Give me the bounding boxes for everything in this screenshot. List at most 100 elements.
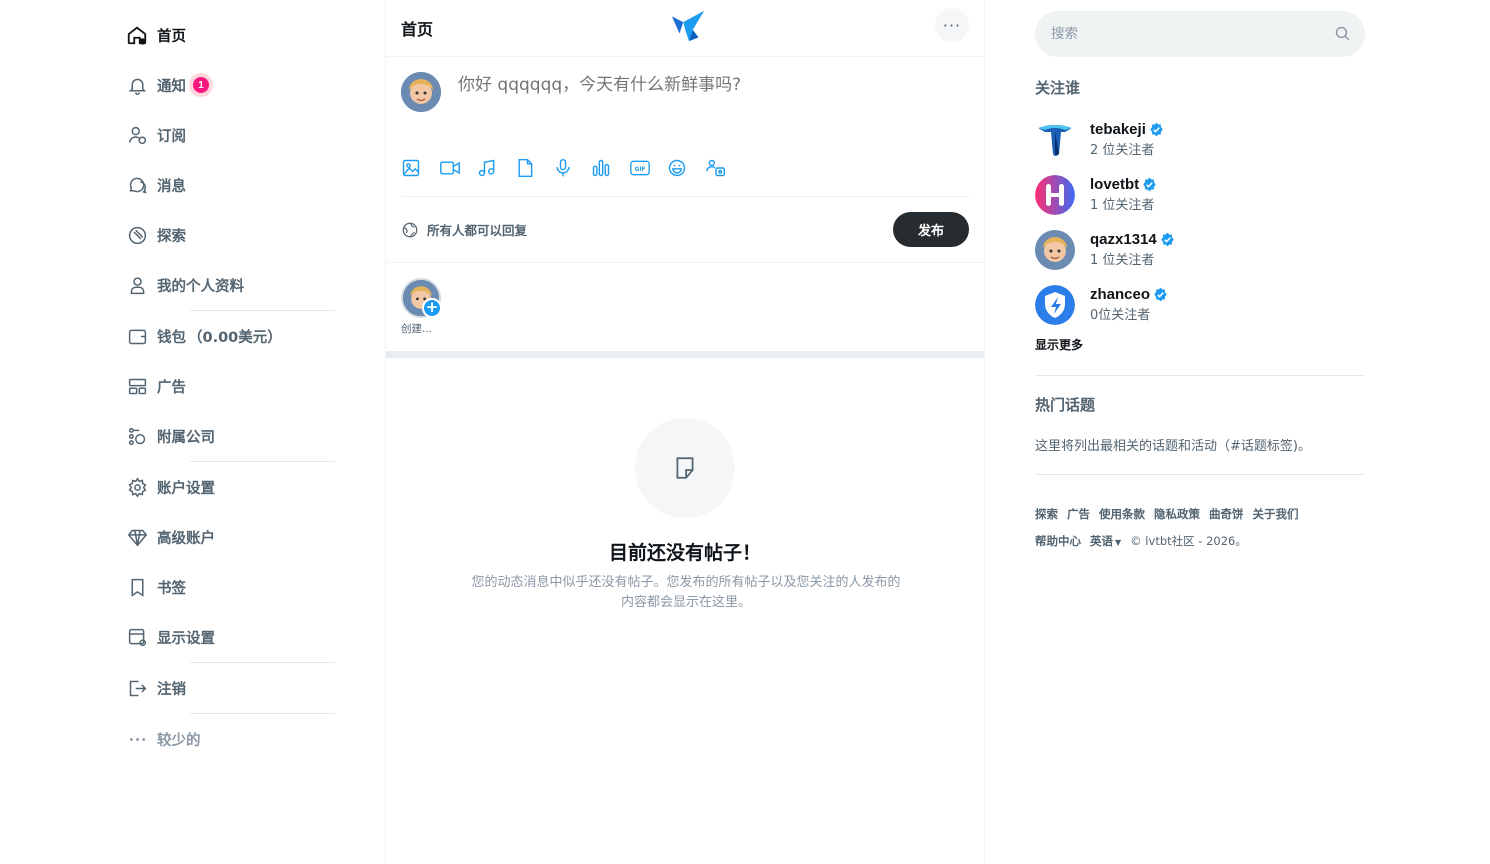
nav-label: 通知: [157, 78, 186, 95]
nav-label: 书签: [157, 580, 186, 597]
show-more-link[interactable]: 显示更多: [1035, 336, 1083, 353]
stories-bar: + 创建...: [386, 263, 984, 358]
sidebar-divider: [1035, 474, 1365, 475]
bell-icon: [126, 74, 148, 96]
page-title: 首页: [401, 20, 434, 39]
nav-item-more[interactable]: 较少的: [120, 714, 340, 764]
verified-icon: [1154, 287, 1167, 302]
nav-label: 探索: [157, 228, 186, 245]
follow-user-name: tebakeji: [1090, 121, 1164, 138]
avatar: [1035, 229, 1075, 270]
empty-note-icon: [635, 418, 735, 518]
poll-icon[interactable]: [591, 157, 629, 179]
language-select[interactable]: 英语 ▼: [1090, 534, 1121, 548]
trending-title: 热门话题: [1035, 396, 1096, 414]
verified-icon: [1143, 177, 1156, 192]
follow-user[interactable]: qazx1314 1 位关注者: [1035, 222, 1365, 277]
music-icon[interactable]: [477, 157, 515, 179]
video-icon[interactable]: [439, 157, 477, 179]
nav-item-notifications[interactable]: 通知 1: [120, 60, 340, 110]
nav-item-home[interactable]: 首页: [120, 10, 340, 60]
compose-input[interactable]: [458, 75, 958, 95]
profile-icon: [126, 274, 148, 296]
nav-label: 高级账户: [157, 530, 215, 547]
nav-item-explore[interactable]: 探索: [120, 210, 340, 260]
notification-badge: 1: [189, 73, 213, 97]
settings-icon: [126, 476, 148, 498]
copyright: © lvtbt社区 - 2026。: [1130, 534, 1247, 548]
avatar: [401, 72, 441, 112]
caret-down-icon: ▼: [1115, 538, 1122, 547]
follower-count: 1 位关注者: [1090, 253, 1155, 268]
trending-description: 这里将列出最相关的话题和活动（#话题标签)。: [1035, 439, 1311, 454]
sidebar-divider: [1035, 375, 1365, 376]
microphone-icon[interactable]: [553, 157, 591, 179]
home-icon: [126, 24, 148, 46]
nav-label: 较少的: [157, 732, 201, 749]
nav-label: 显示设置: [157, 630, 215, 647]
subscriptions-icon: [126, 124, 148, 146]
nav-item-wallet[interactable]: 钱包 （0.00美元）: [120, 311, 340, 361]
nav-label: 订阅: [157, 128, 186, 145]
more-options-button[interactable]: ···: [935, 8, 969, 42]
nav-item-profile[interactable]: 我的个人资料: [120, 260, 340, 310]
nav-label: 注销: [157, 681, 186, 698]
avatar: [1035, 174, 1075, 215]
wallet-icon: [126, 325, 148, 347]
bird-logo-icon[interactable]: [670, 8, 708, 46]
follow-user[interactable]: lovetbt 1 位关注者: [1035, 167, 1365, 222]
image-icon[interactable]: [401, 157, 439, 179]
footer-link-terms[interactable]: 使用条款: [1099, 507, 1145, 521]
follow-user-name: qazx1314: [1090, 231, 1175, 248]
follow-user[interactable]: zhanceo 0位关注者: [1035, 277, 1365, 332]
messages-icon: [126, 174, 148, 196]
emoji-icon[interactable]: [667, 157, 705, 179]
footer-link-help[interactable]: 帮助中心: [1035, 534, 1081, 548]
nav-item-ads[interactable]: 广告: [120, 361, 340, 411]
search-input[interactable]: [1051, 11, 1321, 57]
footer-link-ads[interactable]: 广告: [1067, 507, 1090, 521]
nav-item-subscriptions[interactable]: 订阅: [120, 110, 340, 160]
footer-link-about[interactable]: 关于我们: [1253, 507, 1299, 521]
reply-setting-label: 所有人都可以回复: [427, 223, 528, 238]
create-story-label: 创建...: [401, 323, 433, 335]
explore-icon: [126, 224, 148, 246]
nav-item-affiliates[interactable]: 附属公司: [120, 411, 340, 461]
svg-text:GIF: GIF: [635, 167, 646, 173]
nav-item-logout[interactable]: 注销: [120, 663, 340, 713]
mention-users-icon[interactable]: [705, 157, 743, 179]
display-settings-icon: [126, 626, 148, 648]
file-icon[interactable]: [515, 157, 553, 179]
verified-icon: [1160, 232, 1174, 247]
nav-label: 广告: [157, 379, 186, 396]
wallet-balance: （0.00美元）: [188, 329, 282, 346]
post-button[interactable]: 发布: [893, 212, 969, 247]
nav-label: 附属公司: [157, 429, 215, 446]
who-to-follow-title: 关注谁: [1035, 79, 1081, 97]
plus-icon[interactable]: +: [422, 298, 442, 318]
footer-link-privacy[interactable]: 隐私政策: [1154, 507, 1200, 521]
reply-setting[interactable]: 所有人都可以回复: [401, 220, 527, 239]
gif-icon[interactable]: GIF: [629, 157, 667, 179]
follow-user[interactable]: tebakeji 2 位关注者: [1035, 112, 1365, 167]
follower-count: 1 位关注者: [1090, 198, 1155, 213]
nav-item-bookmarks[interactable]: 书签: [120, 562, 340, 612]
nav-item-premium[interactable]: 高级账户: [120, 512, 340, 562]
post-composer: GIF 所有人都可以回复 发布: [386, 57, 984, 263]
follower-count: 2 位关注者: [1090, 143, 1155, 158]
ads-icon: [126, 375, 148, 397]
nav-label: 钱包: [157, 329, 186, 346]
nav-label: 我的个人资料: [157, 278, 244, 295]
nav-item-account-settings[interactable]: 账户设置: [120, 462, 340, 512]
nav-item-messages[interactable]: 消息: [120, 160, 340, 210]
more-dots-icon: [126, 728, 148, 750]
globe-icon: [402, 222, 418, 237]
footer-link-explore[interactable]: 探索: [1035, 507, 1058, 521]
follower-count: 0位关注者: [1090, 308, 1151, 323]
nav-item-display-settings[interactable]: 显示设置: [120, 612, 340, 662]
footer-link-cookies[interactable]: 曲奇饼: [1209, 507, 1244, 521]
avatar: [1035, 119, 1075, 160]
bookmark-icon: [126, 576, 148, 598]
search-icon[interactable]: [1334, 25, 1351, 46]
verified-icon: [1150, 122, 1163, 137]
